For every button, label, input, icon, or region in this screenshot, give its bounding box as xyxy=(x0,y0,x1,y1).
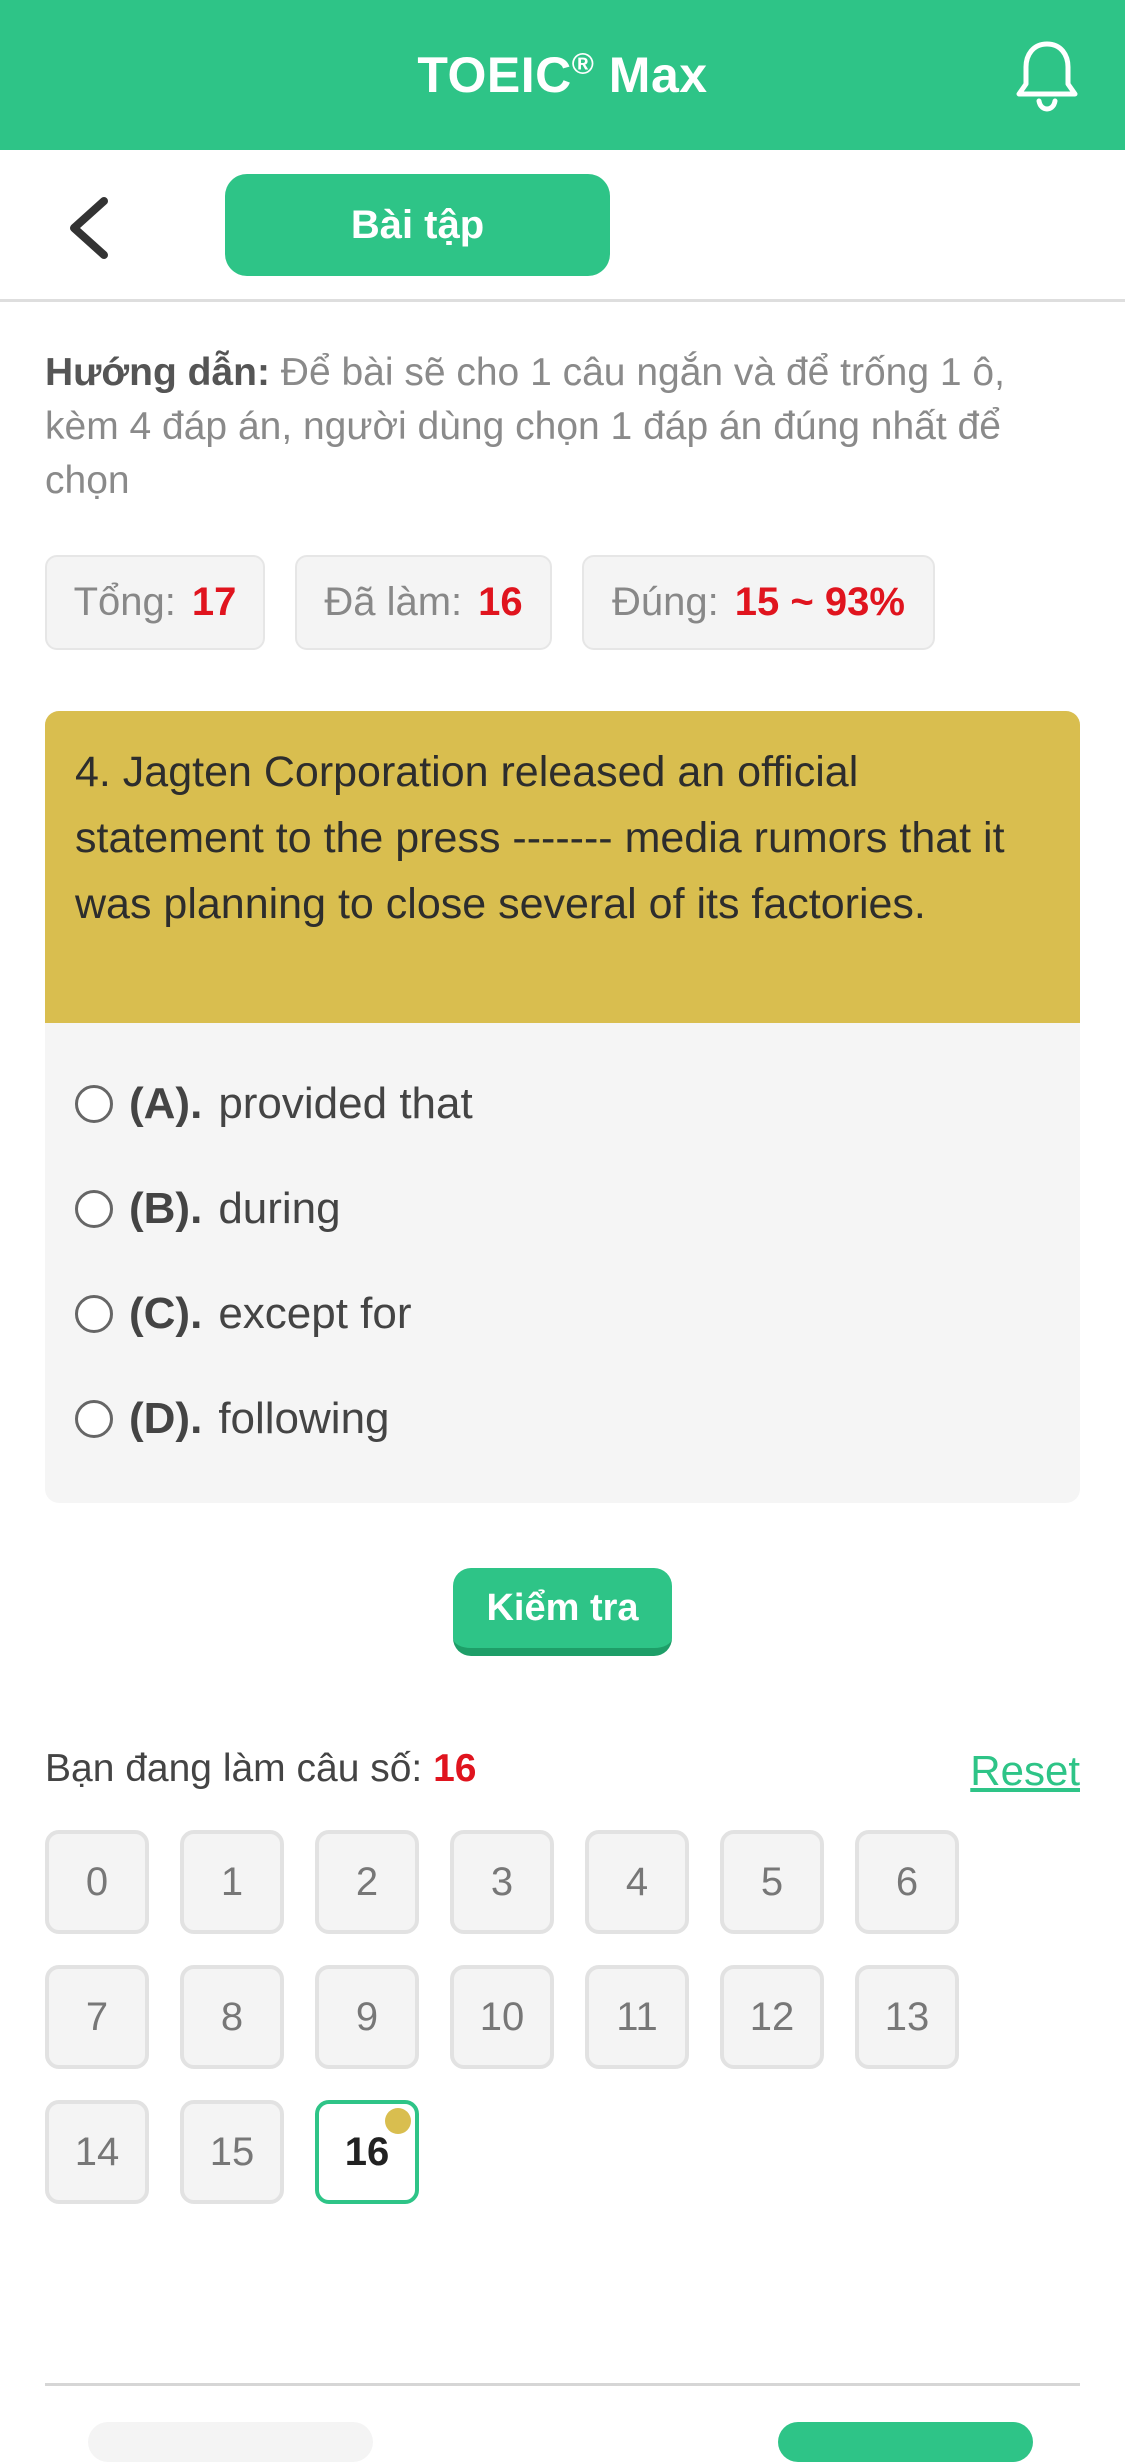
current-question-number: 16 xyxy=(433,1747,477,1790)
question-number-cell[interactable]: 14 xyxy=(45,2100,149,2204)
question-number-cell[interactable]: 11 xyxy=(585,1965,689,2069)
instructions-label: Hướng dẫn: xyxy=(45,351,270,394)
question-number-cell[interactable]: 15 xyxy=(180,2100,284,2204)
back-arrow-icon[interactable] xyxy=(62,195,118,261)
option-c[interactable]: (C). except for xyxy=(45,1261,1080,1366)
check-button[interactable]: Kiểm tra xyxy=(453,1568,672,1656)
radio-button[interactable] xyxy=(75,1084,113,1123)
progress-label: Bạn đang làm câu số: 16 xyxy=(45,1747,477,1790)
next-button[interactable] xyxy=(778,2422,1033,2462)
question-number-cell-active[interactable]: 16 xyxy=(315,2100,419,2204)
previous-button[interactable] xyxy=(88,2422,373,2462)
question-number-cell[interactable]: 13 xyxy=(855,1965,959,2069)
question-number-cell[interactable]: 9 xyxy=(315,1965,419,2069)
question-number-cell[interactable]: 7 xyxy=(45,1965,149,2069)
question-number-cell[interactable]: 4 xyxy=(585,1830,689,1934)
question-number-cell[interactable]: 5 xyxy=(720,1830,824,1934)
divider xyxy=(45,2383,1080,2386)
radio-button[interactable] xyxy=(75,1189,113,1228)
tab-exercise[interactable]: Bài tập xyxy=(225,174,610,276)
answer-options: (A). provided that (B). during (C). exce… xyxy=(45,1023,1080,1471)
stat-total: Tổng: 17 xyxy=(45,555,265,650)
question-number-cell[interactable]: 3 xyxy=(450,1830,554,1934)
bell-icon[interactable] xyxy=(1013,38,1081,112)
question-card: 4. Jagten Corporation released an offici… xyxy=(45,711,1080,1503)
sub-navbar: Bài tập xyxy=(0,150,1125,302)
question-number-cell[interactable]: 0 xyxy=(45,1830,149,1934)
stat-done: Đã làm: 16 xyxy=(295,555,552,650)
question-number-cell[interactable]: 8 xyxy=(180,1965,284,2069)
current-indicator-dot xyxy=(385,2108,411,2134)
stat-correct: Đúng: 15 ~ 93% xyxy=(582,555,935,650)
question-number-cell[interactable]: 2 xyxy=(315,1830,419,1934)
question-number-cell[interactable]: 1 xyxy=(180,1830,284,1934)
radio-button[interactable] xyxy=(75,1399,113,1438)
question-number-cell[interactable]: 10 xyxy=(450,1965,554,2069)
question-text: 4. Jagten Corporation released an offici… xyxy=(45,711,1080,1023)
app-header: TOEIC® Max xyxy=(0,0,1125,150)
reset-link[interactable]: Reset xyxy=(970,1747,1080,1795)
option-d[interactable]: (D). following xyxy=(45,1366,1080,1471)
option-b[interactable]: (B). during xyxy=(45,1156,1080,1261)
radio-button[interactable] xyxy=(75,1294,113,1333)
question-number-cell[interactable]: 6 xyxy=(855,1830,959,1934)
instructions: Hướng dẫn: Để bài sẽ cho 1 câu ngắn và đ… xyxy=(45,346,1085,508)
question-number-cell[interactable]: 12 xyxy=(720,1965,824,2069)
option-a[interactable]: (A). provided that xyxy=(45,1051,1080,1156)
app-title: TOEIC® Max xyxy=(417,47,708,103)
